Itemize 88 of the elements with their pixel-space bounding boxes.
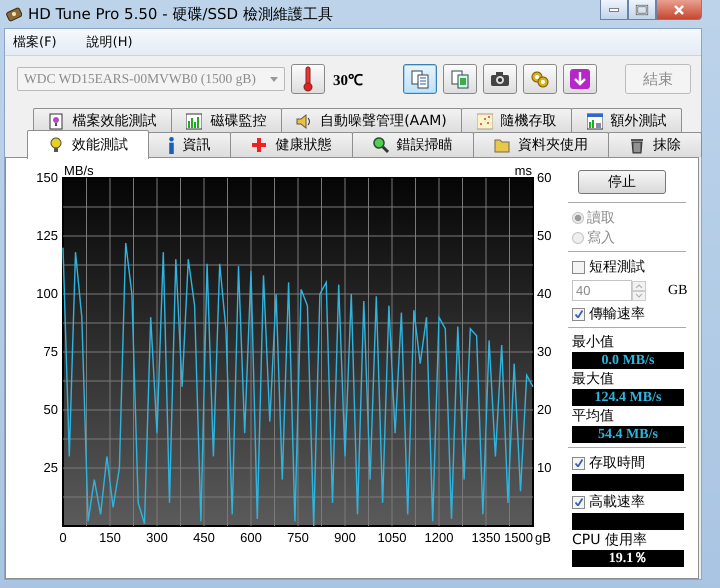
- checkmark-icon: [574, 498, 582, 506]
- cross-icon: [251, 136, 268, 154]
- checkbox[interactable]: 高載速率: [572, 493, 686, 511]
- axis-tick-label: 150: [36, 170, 58, 185]
- tab[interactable]: 效能測試: [27, 130, 150, 159]
- minimize-icon: [609, 8, 619, 12]
- scatter-plot-icon: [476, 112, 493, 130]
- axis-tick-label: 30: [537, 344, 552, 359]
- axis-tick-label: 1500: [504, 530, 533, 545]
- speaker-icon: [296, 112, 312, 130]
- drive-icon: [6, 6, 22, 22]
- cpu-usage-value: 19.1％: [572, 550, 684, 567]
- stat-value: 124.4 MB/s: [572, 389, 684, 406]
- axis-tick-label: 1350: [472, 530, 500, 545]
- gears-icon: [530, 69, 550, 89]
- folder-icon: [494, 136, 510, 154]
- menu-item[interactable]: 檔案(F): [13, 33, 57, 51]
- toolbar-button[interactable]: [523, 64, 557, 94]
- axis-tick-label: 150: [99, 530, 121, 545]
- axis-tick-label: 40: [537, 286, 552, 301]
- axis-tick-label: 100: [36, 286, 58, 301]
- tab[interactable]: 抹除: [608, 132, 702, 157]
- spin-arrows-icon: [632, 280, 646, 300]
- axis-tick-label: 10: [537, 460, 552, 475]
- tab[interactable]: 錯誤掃瞄: [352, 132, 474, 157]
- tab[interactable]: 磁碟監控: [170, 108, 282, 133]
- magnifier-icon: [372, 136, 389, 154]
- axis-tick-label: 125: [36, 228, 58, 243]
- close-button[interactable]: [656, 0, 702, 20]
- window-chart-icon: [586, 112, 603, 130]
- axis-tick-label: 25: [44, 460, 58, 475]
- axis-tick-label: 50: [537, 228, 552, 243]
- cpu-usage-label: CPU 使用率: [572, 532, 648, 548]
- temperature-reading: 30℃: [333, 72, 363, 90]
- tab[interactable]: 額外測試: [571, 108, 682, 133]
- menu-item[interactable]: 說明(H): [86, 33, 133, 51]
- toolbar-button[interactable]: [443, 64, 477, 94]
- axis-unit-label: MB/s: [64, 163, 94, 178]
- light-bulb-icon: [48, 136, 64, 154]
- checkmark-icon: [574, 310, 582, 318]
- toolbar-button[interactable]: [563, 64, 597, 94]
- tab[interactable]: 資料夾使用: [472, 132, 609, 157]
- minimize-button[interactable]: [600, 0, 628, 20]
- axis-unit-label: ms: [514, 163, 532, 178]
- stop-button[interactable]: 停止: [578, 170, 666, 194]
- checkbox[interactable]: 存取時間: [572, 454, 686, 472]
- checkbox[interactable]: 短程測試: [572, 258, 686, 276]
- close-icon: [671, 2, 687, 16]
- axis-tick-label: 750: [287, 530, 309, 545]
- thermometer-button[interactable]: [291, 64, 325, 94]
- document-icon: [48, 112, 64, 130]
- tab[interactable]: 資訊: [148, 132, 232, 157]
- bar-chart-icon: [186, 112, 202, 130]
- stat-label: 平均值: [572, 408, 615, 424]
- axis-tick-label: 75: [44, 344, 58, 359]
- thermometer-icon: [302, 66, 314, 92]
- axis-tick-label: 0: [59, 530, 67, 545]
- caret-icon: [270, 76, 278, 82]
- stat-label: 最大值: [572, 371, 615, 387]
- axis-unit-label: gB: [535, 530, 551, 545]
- documents-icon: [450, 69, 470, 89]
- axis-tick-label: 1050: [378, 530, 406, 545]
- tab[interactable]: 健康狀態: [230, 132, 353, 157]
- toolbar-button[interactable]: [483, 64, 517, 94]
- axis-tick-label: 50: [44, 402, 58, 417]
- camera-icon: [490, 69, 510, 89]
- trash-can-icon: [628, 136, 645, 154]
- axis-tick-label: 60: [537, 170, 552, 185]
- documents-icon: [410, 69, 430, 89]
- axis-tick-label: 600: [240, 530, 262, 545]
- maximize-icon: [634, 2, 650, 16]
- unit-label: GB: [668, 282, 688, 298]
- axis-tick-label: 1200: [424, 530, 454, 545]
- axis-tick-label: 900: [334, 530, 356, 545]
- axis-tick-label: 450: [193, 530, 215, 545]
- checkmark-icon: [574, 459, 582, 467]
- toolbar-button[interactable]: [403, 64, 437, 94]
- tab[interactable]: 隨機存取: [461, 108, 572, 133]
- stat-label: 最小值: [572, 334, 615, 350]
- tab[interactable]: 自動噪聲管理(AAM): [280, 108, 462, 133]
- window-title: HD Tune Pro 5.50 - 硬碟/SSD 檢測維護工具: [28, 4, 333, 24]
- stat-value: 0.0 MB/s: [572, 352, 684, 369]
- axis-tick-label: 20: [537, 402, 552, 417]
- checkbox[interactable]: 傳輸速率: [572, 305, 686, 323]
- maximize-button[interactable]: [628, 0, 656, 20]
- axis-tick-label: 300: [146, 530, 168, 545]
- info-icon: [169, 136, 174, 154]
- stat-value: 54.4 MB/s: [572, 426, 684, 443]
